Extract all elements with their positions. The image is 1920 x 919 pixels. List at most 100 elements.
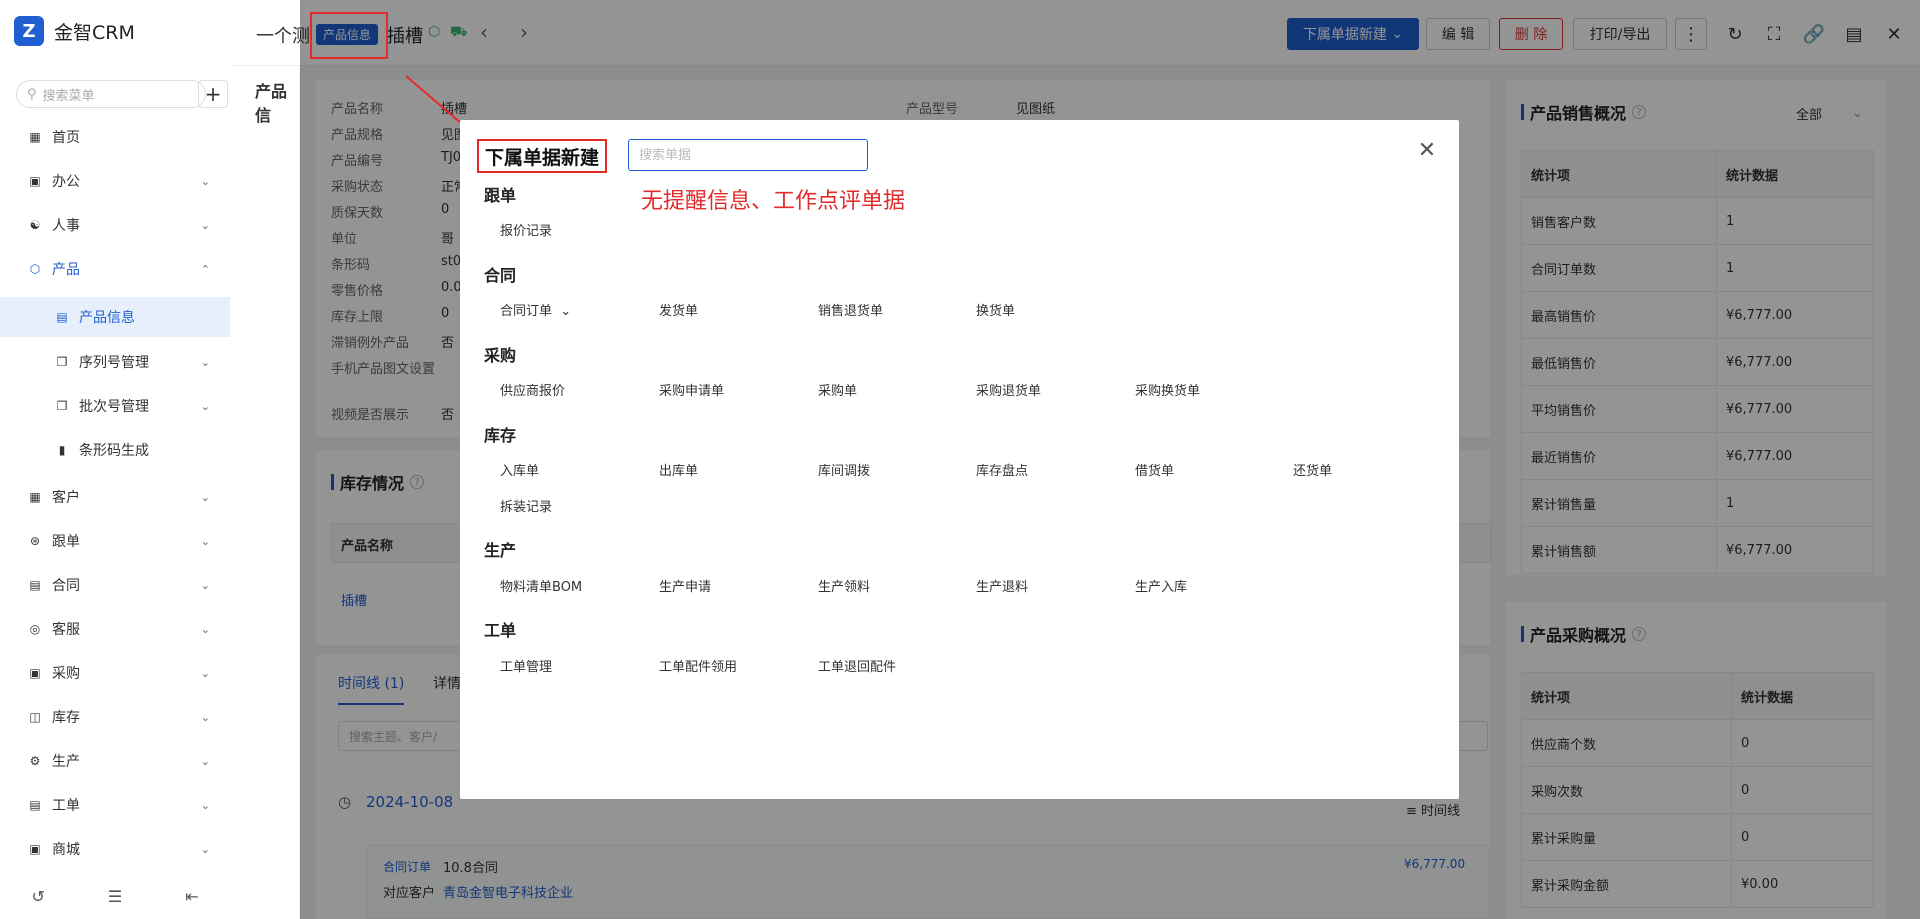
people-icon: ☯ bbox=[29, 218, 41, 232]
sidebar-item-production[interactable]: ⚙ 生产 ⌄ bbox=[0, 741, 230, 781]
annotation-note: 无提醒信息、工作点评单据 bbox=[641, 189, 906, 214]
sidebar-item-barcode[interactable]: ▮ 条形码生成 bbox=[0, 430, 230, 470]
sidebar-item-stock[interactable]: ◫ 库存 ⌄ bbox=[0, 697, 230, 737]
new-sub-document-dialog: 下属单据新建 ✕ 无提醒信息、工作点评单据 跟单 报价记录 合同 合同订单 ⌄ … bbox=[460, 120, 1459, 799]
follow-icon: ⊛ bbox=[29, 534, 41, 548]
doc-item[interactable]: 生产入库 bbox=[1135, 576, 1187, 595]
category-panel-title: 产品信 bbox=[255, 82, 288, 125]
sidebar-item-label: 批次号管理 bbox=[79, 399, 149, 415]
chevron-down-icon: ⌄ bbox=[200, 355, 210, 369]
sidebar-item-serial[interactable]: ❐ 序列号管理 ⌄ bbox=[0, 342, 230, 382]
office-icon: ▣ bbox=[29, 174, 41, 188]
dashboard-icon: ▦ bbox=[29, 130, 41, 144]
group-title: 库存 bbox=[484, 426, 517, 445]
sidebar-item-purchase[interactable]: ▣ 采购 ⌄ bbox=[0, 653, 230, 693]
sidebar-item-product-info[interactable]: ▤ 产品信息 bbox=[0, 297, 230, 337]
copy-icon: ❐ bbox=[56, 355, 68, 369]
doc-item[interactable]: 工单管理 bbox=[500, 656, 552, 675]
doc-item[interactable]: 借货单 bbox=[1135, 460, 1174, 479]
doc-item[interactable]: 发货单 bbox=[659, 300, 698, 319]
menu-search-input[interactable]: ⚲ 搜索菜单 bbox=[16, 80, 206, 108]
doc-item[interactable]: 采购单 bbox=[818, 380, 857, 399]
category-panel: 产品信 bbox=[245, 66, 300, 919]
chevron-down-icon: ⌄ bbox=[200, 798, 210, 812]
group-title: 跟单 bbox=[484, 186, 517, 205]
doc-item[interactable]: 换货单 bbox=[976, 300, 1015, 319]
chevron-down-icon: ⌄ bbox=[200, 174, 210, 188]
sidebar-item-label: 库存 bbox=[52, 710, 80, 726]
add-button[interactable]: + bbox=[198, 80, 228, 108]
group-title: 采购 bbox=[484, 346, 517, 365]
customer-icon: ▦ bbox=[29, 490, 41, 504]
doc-item[interactable]: 报价记录 bbox=[500, 220, 552, 239]
collapse-menu-icon[interactable]: ⇤ bbox=[185, 887, 198, 906]
app-logo[interactable]: Z 金智CRM bbox=[14, 16, 135, 46]
copy-icon: ❐ bbox=[56, 399, 68, 413]
sidebar-item-label: 首页 bbox=[52, 130, 80, 146]
doc-item[interactable]: 供应商报价 bbox=[500, 380, 565, 399]
doc-item[interactable]: 物料清单BOM bbox=[500, 576, 582, 595]
sidebar-item-label: 工单 bbox=[52, 798, 80, 814]
contract-icon: ▤ bbox=[29, 578, 41, 592]
doc-item[interactable]: 拆装记录 bbox=[500, 496, 552, 515]
doc-item-dropdown[interactable]: 合同订单 ⌄ bbox=[500, 300, 571, 319]
sidebar-item-label: 合同 bbox=[52, 578, 80, 594]
sidebar-item-label: 产品信息 bbox=[79, 310, 135, 326]
close-icon[interactable]: ✕ bbox=[1415, 138, 1439, 163]
group-title: 生产 bbox=[484, 541, 517, 560]
doc-item[interactable]: 销售退货单 bbox=[818, 300, 883, 319]
settings-sliders-icon[interactable]: ☰ bbox=[108, 887, 122, 906]
sidebar-item-office[interactable]: ▣ 办公 ⌄ bbox=[0, 161, 230, 201]
doc-item[interactable]: 入库单 bbox=[500, 460, 539, 479]
chevron-down-icon: ⌄ bbox=[200, 622, 210, 636]
chevron-down-icon: ⌄ bbox=[200, 710, 210, 724]
shop-icon: ▣ bbox=[29, 842, 41, 856]
doc-item[interactable]: 出库单 bbox=[659, 460, 698, 479]
sidebar-item-home[interactable]: ▦ 首页 bbox=[0, 117, 230, 157]
chevron-down-icon: ⌄ bbox=[200, 666, 210, 680]
sidebar-footer: ↺ ☰ ⇤ bbox=[0, 874, 230, 919]
barcode-icon: ▮ bbox=[58, 443, 66, 457]
sidebar-item-label: 客服 bbox=[52, 622, 80, 638]
sidebar-item-contract[interactable]: ▤ 合同 ⌄ bbox=[0, 565, 230, 605]
doc-item[interactable]: 生产领料 bbox=[818, 576, 870, 595]
sidebar-item-follow[interactable]: ⊛ 跟单 ⌄ bbox=[0, 521, 230, 561]
chevron-up-icon: ⌃ bbox=[200, 262, 210, 276]
doc-item[interactable]: 采购退货单 bbox=[976, 380, 1041, 399]
product-icon: ⬡ bbox=[29, 262, 41, 276]
doc-item-label: 合同订单 bbox=[500, 304, 553, 319]
history-icon[interactable]: ↺ bbox=[31, 887, 44, 906]
doc-item[interactable]: 还货单 bbox=[1293, 460, 1332, 479]
chevron-down-icon: ⌄ bbox=[200, 490, 210, 504]
sidebar-item-shop[interactable]: ▣ 商城 ⌄ bbox=[0, 829, 230, 869]
chevron-down-icon: ⌄ bbox=[200, 534, 210, 548]
chevron-down-icon: ⌄ bbox=[200, 578, 210, 592]
app-name: 金智CRM bbox=[54, 21, 135, 44]
sidebar-item-customer[interactable]: ▦ 客户 ⌄ bbox=[0, 477, 230, 517]
sidebar-item-batch[interactable]: ❐ 批次号管理 ⌄ bbox=[0, 386, 230, 426]
sidebar-item-hr[interactable]: ☯ 人事 ⌄ bbox=[0, 205, 230, 245]
sidebar-item-service[interactable]: ◎ 客服 ⌄ bbox=[0, 609, 230, 649]
sidebar-item-label: 跟单 bbox=[52, 534, 80, 550]
production-icon: ⚙ bbox=[29, 754, 41, 768]
sidebar-item-label: 办公 bbox=[52, 174, 80, 190]
doc-item[interactable]: 工单配件领用 bbox=[659, 656, 737, 675]
stock-icon: ◫ bbox=[29, 710, 41, 724]
doc-item[interactable]: 采购换货单 bbox=[1135, 380, 1200, 399]
headset-icon: ◎ bbox=[29, 622, 41, 636]
sidebar-item-label: 序列号管理 bbox=[79, 355, 149, 371]
sidebar-item-product[interactable]: ⬡ 产品 ⌃ bbox=[0, 249, 230, 289]
doc-item[interactable]: 生产退料 bbox=[976, 576, 1028, 595]
doc-item[interactable]: 采购申请单 bbox=[659, 380, 724, 399]
dialog-title: 下属单据新建 bbox=[477, 139, 607, 173]
sidebar-item-label: 产品 bbox=[52, 262, 80, 278]
doc-item[interactable]: 工单退回配件 bbox=[818, 656, 896, 675]
doc-item[interactable]: 库间调拨 bbox=[818, 460, 870, 479]
sidebar-item-label: 商城 bbox=[52, 842, 80, 858]
document-search-input[interactable] bbox=[628, 139, 868, 171]
doc-item[interactable]: 生产申请 bbox=[659, 576, 711, 595]
annotation-highlight-box bbox=[310, 12, 388, 59]
sidebar-item-workorder[interactable]: ▤ 工单 ⌄ bbox=[0, 785, 230, 825]
doc-item[interactable]: 库存盘点 bbox=[976, 460, 1028, 479]
sidebar-item-label: 条形码生成 bbox=[79, 443, 149, 459]
